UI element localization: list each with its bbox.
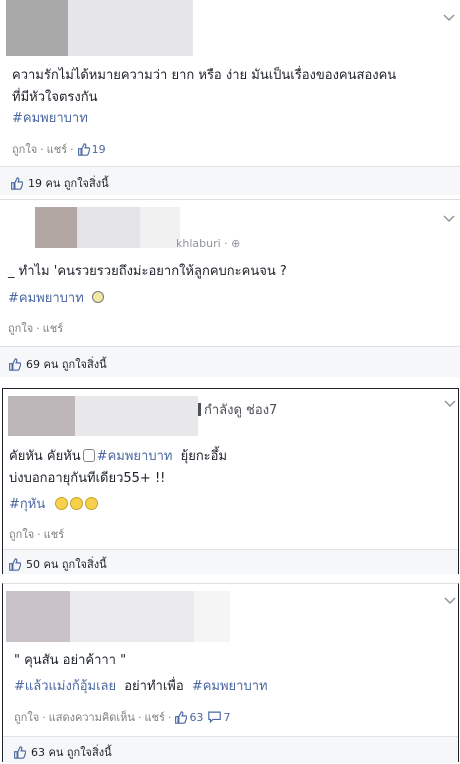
like-count[interactable]: 63 — [174, 711, 203, 724]
author-name-blurred — [70, 591, 194, 642]
like-action[interactable]: ถูกใจ — [12, 140, 37, 158]
likes-footer: 63 คน ถูกใจสิ่งนี้ — [3, 736, 458, 763]
post-text-line-2: ที่มีหัวใจตรงกัน — [12, 90, 98, 105]
post-card-2: khlaburi · ⊕ _ ทำไม 'คนรวยรวยถึงม่ะอยากใ… — [0, 199, 460, 377]
author-name-blurred — [75, 396, 198, 436]
thumbs-up-icon — [175, 710, 188, 724]
like-count[interactable]: 19 — [77, 143, 106, 156]
post-actions: ถูกใจ · แชร์ — [9, 525, 64, 543]
separator-dot: · — [37, 527, 41, 541]
share-action[interactable]: แชร์ — [44, 525, 64, 543]
separator-dot: · — [70, 142, 74, 156]
frown-emoji-icon — [91, 291, 104, 303]
hashtag-link[interactable]: #กุหัน — [9, 497, 45, 512]
thumbs-up-icon — [11, 176, 23, 190]
comment-action[interactable]: แสดงความคิดเห็น — [49, 708, 135, 726]
separator-dot: · — [42, 710, 46, 724]
crying-emoji-icon — [82, 449, 95, 462]
post-text-line-1: คัยหัน คัยหัน #คมพยาบาท ยุ้ยกะอึ้ม — [9, 449, 228, 464]
post-text-line-1: " คุนสัน อย่าค้าาา " — [14, 653, 127, 668]
hashtag-link[interactable]: #คมพยาบาท — [8, 291, 84, 306]
post-card-4: " คุนสัน อย่าค้าาา " #แล้วแม่งก้อุ้มเลย … — [2, 583, 459, 763]
grin-emoji-icon — [70, 497, 84, 510]
author-avatar-blurred — [6, 0, 68, 56]
post-options-chevron-icon[interactable] — [443, 215, 455, 223]
likes-footer: 19 คน ถูกใจสิ่งนี้ — [0, 166, 460, 195]
author-avatar-blurred — [6, 591, 70, 642]
hashtag-link[interactable]: #คมพยาบาท — [97, 449, 173, 464]
thumbs-up-icon — [9, 557, 21, 571]
post-actions: ถูกใจ · แชร์ — [8, 319, 63, 337]
globe-icon: ⊕ — [231, 237, 241, 250]
tv-icon — [198, 403, 201, 416]
likes-footer: 69 คน ถูกใจสิ่งนี้ — [0, 346, 460, 377]
post-options-chevron-icon[interactable] — [444, 400, 456, 408]
author-avatar-blurred — [8, 396, 75, 436]
post-text-line-2: บ่งบอกอายุกันทีเดียว55+ !! — [9, 471, 166, 486]
author-name-blurred — [77, 207, 140, 248]
likes-summary[interactable]: 69 คน ถูกใจสิ่งนี้ — [26, 355, 107, 373]
author-name-blurred — [140, 207, 180, 248]
separator-dot: · — [167, 710, 172, 724]
post-card-1: ความรักไม่ได้หมายความว่า ยาก หรือ ง่าย ม… — [0, 0, 460, 195]
post-text-line-1: ความรักไม่ได้หมายความว่า ยาก หรือ ง่าย ม… — [12, 68, 397, 83]
hashtag-row: #คมพยาบาท — [8, 289, 104, 309]
grin-emoji-icon — [55, 497, 69, 510]
like-action[interactable]: ถูกใจ — [14, 708, 39, 726]
share-action[interactable]: แชร์ — [47, 140, 67, 158]
author-name-blurred — [194, 591, 230, 642]
post-card-3: กำลังดู ช่อง7 คัยหัน คัยหัน #คมพยาบาท ยุ้… — [2, 388, 459, 574]
likes-footer: 50 คน ถูกใจสิ่งนี้ — [3, 549, 458, 574]
likes-summary[interactable]: 50 คน ถูกใจสิ่งนี้ — [26, 555, 107, 573]
likes-summary[interactable]: 19 คน ถูกใจสิ่งนี้ — [28, 174, 109, 192]
hashtag-link[interactable]: #แล้วแม่งก้อุ้มเลย — [14, 679, 116, 694]
post-actions: ถูกใจ · แสดงความคิดเห็น · แชร์ · 63 7 — [14, 708, 230, 726]
author-avatar-blurred — [35, 207, 77, 248]
post-text-line-1: _ ทำไม 'คนรวยรวยถึงม่ะอยากให้ลูกคบกะคนจน… — [8, 264, 287, 279]
likes-summary[interactable]: 63 คน ถูกใจสิ่งนี้ — [31, 743, 112, 761]
separator-dot: · — [137, 710, 142, 724]
page-name-fragment: khlaburi · ⊕ — [176, 237, 241, 250]
comment-count[interactable]: 7 — [208, 711, 230, 724]
comment-bubble-icon — [208, 711, 222, 723]
thumbs-up-icon — [9, 357, 21, 371]
thumbs-up-icon — [77, 142, 90, 156]
activity-channel: กำลังดู ช่อง7 — [198, 399, 277, 420]
post-options-chevron-icon[interactable] — [443, 14, 455, 22]
like-action[interactable]: ถูกใจ — [9, 525, 34, 543]
hashtag-row: #กุหัน — [9, 495, 100, 515]
separator-dot: · — [40, 142, 44, 156]
post-options-chevron-icon[interactable] — [444, 597, 456, 605]
share-action[interactable]: แชร์ — [144, 708, 164, 726]
hashtag-link[interactable]: #คมพยาบาท — [192, 679, 268, 694]
separator-dot: · — [36, 321, 40, 335]
like-action[interactable]: ถูกใจ — [8, 319, 33, 337]
hashtag-link[interactable]: #คมพยาบาท — [12, 109, 88, 129]
post-text-line-2: #แล้วแม่งก้อุ้มเลย อย่าทำเพื่อ #คมพยาบาท — [14, 679, 268, 694]
post-actions: ถูกใจ · แชร์ · 19 — [12, 140, 106, 158]
grin-emoji-icon — [85, 497, 99, 510]
author-name-blurred — [68, 0, 193, 56]
thumbs-up-icon — [14, 745, 26, 759]
share-action[interactable]: แชร์ — [43, 319, 63, 337]
